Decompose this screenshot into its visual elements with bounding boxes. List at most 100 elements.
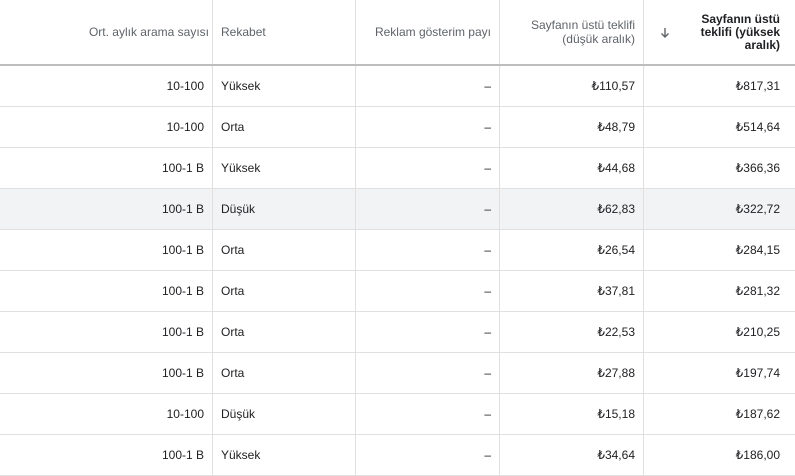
table-row[interactable]: 10-100 Düşük – ₺15,18 ₺187,62: [0, 394, 795, 435]
column-header-top-bid-high[interactable]: Sayfanın üstü teklifi (yüksek aralık): [643, 0, 795, 64]
row-spacer: [0, 271, 9, 311]
competition-cell: Düşük: [212, 394, 355, 434]
row-spacer: [0, 353, 9, 393]
top-bid-low-value: ₺44,68: [597, 161, 635, 175]
competition-cell: Orta: [212, 230, 355, 270]
row-spacer: [0, 312, 9, 352]
impression-share-value: –: [484, 120, 491, 134]
avg-monthly-searches-value: 100-1 B: [161, 161, 204, 175]
avg-monthly-searches-cell: 100-1 B: [9, 189, 212, 229]
column-header-label: Sayfanın üstü teklifi (düşük aralık): [530, 18, 635, 46]
competition-cell: Orta: [212, 312, 355, 352]
table-row[interactable]: 10-100 Yüksek – ₺110,57 ₺817,31: [0, 66, 795, 107]
top-bid-high-value: ₺197,74: [735, 366, 780, 380]
header-spacer: [0, 0, 9, 64]
table-row[interactable]: 100-1 B Orta – ₺22,53 ₺210,25: [0, 312, 795, 353]
top-bid-low-cell: ₺22,53: [499, 312, 643, 352]
table-row[interactable]: 100-1 B Orta – ₺27,88 ₺197,74: [0, 353, 795, 394]
top-bid-low-cell: ₺26,54: [499, 230, 643, 270]
top-bid-high-value: ₺281,32: [735, 284, 780, 298]
top-bid-low-value: ₺48,79: [597, 120, 635, 134]
top-bid-high-cell: ₺514,64: [643, 107, 795, 147]
competition-value: Düşük: [221, 407, 256, 421]
top-bid-high-cell: ₺210,25: [643, 312, 795, 352]
impression-share-value: –: [484, 243, 491, 257]
avg-monthly-searches-value: 100-1 B: [161, 448, 204, 462]
top-bid-low-value: ₺15,18: [597, 407, 635, 421]
top-bid-high-cell: ₺366,36: [643, 148, 795, 188]
impression-share-cell: –: [355, 189, 499, 229]
top-bid-high-cell: ₺284,15: [643, 230, 795, 270]
avg-monthly-searches-cell: 100-1 B: [9, 271, 212, 311]
table-header: Ort. aylık arama sayısı Rekabet Reklam g…: [0, 0, 795, 66]
table-row[interactable]: 100-1 B Yüksek – ₺34,64 ₺186,00: [0, 435, 795, 476]
impression-share-cell: –: [355, 107, 499, 147]
table-row[interactable]: 100-1 B Orta – ₺26,54 ₺284,15: [0, 230, 795, 271]
top-bid-high-value: ₺284,15: [735, 243, 780, 257]
top-bid-high-cell: ₺187,62: [643, 394, 795, 434]
arrow-down-icon[interactable]: [658, 26, 672, 40]
column-header-label: Ort. aylık arama sayısı: [88, 25, 209, 39]
top-bid-low-value: ₺62,83: [597, 202, 635, 216]
top-bid-high-cell: ₺186,00: [643, 435, 795, 475]
impression-share-value: –: [484, 325, 491, 339]
competition-cell: Yüksek: [212, 66, 355, 106]
competition-value: Yüksek: [221, 161, 261, 175]
competition-value: Düşük: [221, 202, 256, 216]
avg-monthly-searches-cell: 100-1 B: [9, 435, 212, 475]
top-bid-low-cell: ₺27,88: [499, 353, 643, 393]
table-body: 10-100 Yüksek – ₺110,57 ₺817,31 10-100 O…: [0, 66, 795, 476]
column-header-top-bid-low[interactable]: Sayfanın üstü teklifi (düşük aralık): [499, 0, 643, 64]
row-spacer: [0, 148, 9, 188]
top-bid-low-value: ₺26,54: [597, 243, 635, 257]
competition-cell: Orta: [212, 271, 355, 311]
row-spacer: [0, 66, 9, 106]
table-row[interactable]: 100-1 B Yüksek – ₺44,68 ₺366,36: [0, 148, 795, 189]
row-spacer: [0, 189, 9, 229]
top-bid-high-value: ₺366,36: [735, 161, 780, 175]
top-bid-low-value: ₺37,81: [597, 284, 635, 298]
avg-monthly-searches-value: 10-100: [166, 120, 204, 134]
competition-value: Yüksek: [221, 448, 261, 462]
top-bid-low-value: ₺22,53: [597, 325, 635, 339]
top-bid-high-cell: ₺322,72: [643, 189, 795, 229]
top-bid-high-value: ₺187,62: [735, 407, 780, 421]
top-bid-low-cell: ₺44,68: [499, 148, 643, 188]
top-bid-low-cell: ₺48,79: [499, 107, 643, 147]
avg-monthly-searches-value: 100-1 B: [161, 366, 204, 380]
top-bid-low-cell: ₺37,81: [499, 271, 643, 311]
avg-monthly-searches-value: 100-1 B: [161, 202, 204, 216]
top-bid-low-cell: ₺110,57: [499, 66, 643, 106]
competition-value: Orta: [221, 284, 245, 298]
impression-share-cell: –: [355, 353, 499, 393]
table-row[interactable]: 100-1 B Orta – ₺37,81 ₺281,32: [0, 271, 795, 312]
avg-monthly-searches-cell: 100-1 B: [9, 148, 212, 188]
avg-monthly-searches-cell: 10-100: [9, 66, 212, 106]
column-header-competition[interactable]: Rekabet: [212, 0, 355, 64]
competition-cell: Yüksek: [212, 148, 355, 188]
avg-monthly-searches-cell: 10-100: [9, 107, 212, 147]
competition-value: Orta: [221, 120, 245, 134]
impression-share-value: –: [484, 161, 491, 175]
top-bid-low-cell: ₺62,83: [499, 189, 643, 229]
table-row[interactable]: 100-1 B Düşük – ₺62,83 ₺322,72: [0, 189, 795, 230]
top-bid-high-value: ₺817,31: [735, 79, 780, 93]
top-bid-high-cell: ₺817,31: [643, 66, 795, 106]
impression-share-cell: –: [355, 312, 499, 352]
competition-value: Orta: [221, 325, 245, 339]
competition-value: Yüksek: [221, 79, 261, 93]
avg-monthly-searches-cell: 100-1 B: [9, 230, 212, 270]
competition-cell: Düşük: [212, 189, 355, 229]
impression-share-value: –: [484, 79, 491, 93]
avg-monthly-searches-value: 100-1 B: [161, 284, 204, 298]
column-header-label: Sayfanın üstü teklifi (yüksek aralık): [700, 11, 780, 52]
table-row[interactable]: 10-100 Orta – ₺48,79 ₺514,64: [0, 107, 795, 148]
avg-monthly-searches-value: 10-100: [166, 407, 204, 421]
avg-monthly-searches-cell: 100-1 B: [9, 353, 212, 393]
column-header-impression-share[interactable]: Reklam gösterim payı: [355, 0, 499, 64]
top-bid-high-value: ₺514,64: [735, 120, 780, 134]
impression-share-value: –: [484, 407, 491, 421]
top-bid-low-cell: ₺34,64: [499, 435, 643, 475]
column-header-avg-monthly-searches[interactable]: Ort. aylık arama sayısı: [9, 0, 212, 64]
avg-monthly-searches-value: 100-1 B: [161, 325, 204, 339]
